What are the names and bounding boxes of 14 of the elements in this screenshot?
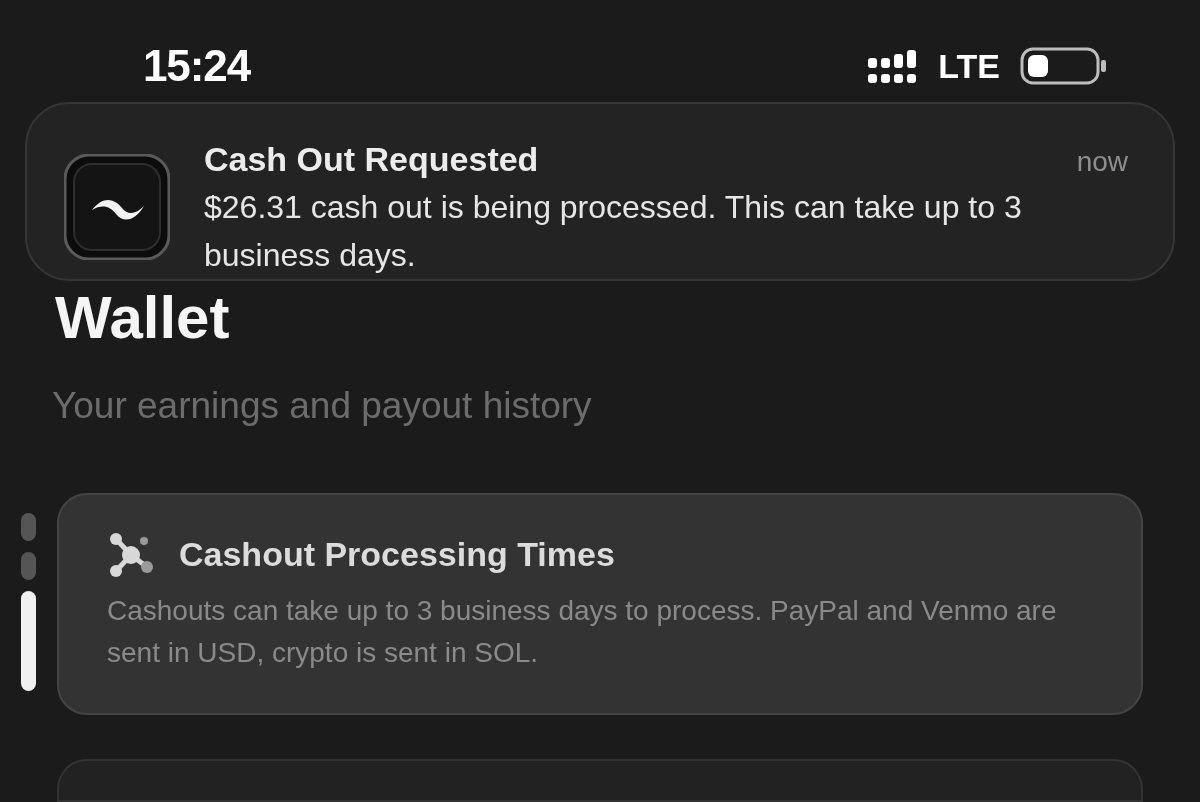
- status-time: 15:24: [143, 44, 251, 88]
- network-nodes-icon: [107, 530, 155, 579]
- battery-icon: [1020, 46, 1108, 86]
- card-title: Cashout Processing Times: [179, 534, 615, 575]
- page-indicator-segment[interactable]: [21, 591, 36, 691]
- network-label: LTE: [938, 49, 1000, 83]
- app-icon: [64, 154, 170, 260]
- notification-body: $26.31 cash out is being processed. This can take up to 3 business days.: [204, 188, 1023, 275]
- notification-card[interactable]: Cash Out Requested now $26.31 cash out is being processed. This can take up to 3 business days.: [25, 102, 1175, 281]
- page-title: Wallet: [55, 283, 231, 353]
- page-subtitle: Your earnings and payout history: [52, 384, 593, 428]
- notification-title: Cash Out Requested: [204, 139, 539, 180]
- notification-time: now: [1076, 145, 1128, 179]
- card-description: Cashouts can take up to 3 business days to process. PayPal and Venmo are sent in USD, crypto is sent in SOL.: [107, 594, 1058, 670]
